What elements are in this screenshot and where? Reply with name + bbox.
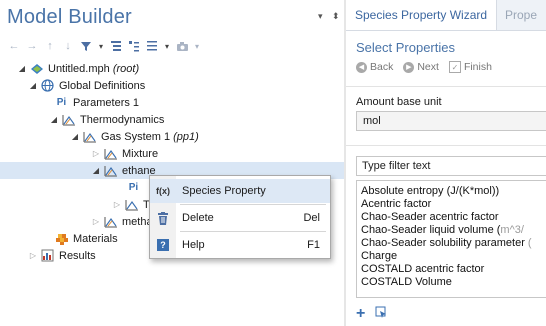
back-arrow-icon[interactable]: ← bbox=[7, 39, 21, 53]
gas-system-icon bbox=[82, 130, 97, 143]
parameters-icon: Pi bbox=[56, 97, 67, 108]
tab-bar: Species Property Wizard Prope bbox=[346, 0, 546, 31]
globe-icon bbox=[40, 79, 55, 92]
list-item[interactable]: Chao-Seader acentric factor bbox=[361, 211, 499, 223]
model-toolbar: ← → ↑ ↓ ▾ ▾ ▾ bbox=[7, 38, 201, 54]
list-item[interactable]: Chao-Seader liquid volume (m^3/ bbox=[361, 224, 524, 236]
expand-arrow-icon[interactable]: ◢ bbox=[70, 132, 80, 141]
tree-label-materials: Materials bbox=[73, 232, 118, 245]
move-up-icon[interactable]: ↑ bbox=[43, 39, 57, 53]
amount-base-unit-select[interactable]: mol bbox=[356, 111, 546, 131]
checkbox-icon: ✓ bbox=[448, 61, 461, 73]
back-button[interactable]: ◀ Back bbox=[356, 61, 393, 73]
tree-label-global-definitions: Global Definitions bbox=[59, 79, 146, 92]
help-icon: ? bbox=[150, 239, 176, 251]
expand-dropdown-icon[interactable]: ▾ bbox=[163, 39, 171, 53]
tree-row-root[interactable]: ◢ Untitled.mph (root) bbox=[0, 60, 344, 77]
amount-base-unit-label: Amount base unit bbox=[356, 96, 442, 108]
list-item[interactable]: COSTALD Volume bbox=[361, 276, 452, 288]
model-root-icon bbox=[29, 62, 44, 75]
list-item[interactable]: Absolute entropy (J/(K*mol)) bbox=[361, 185, 499, 197]
expand-all-icon[interactable] bbox=[145, 39, 159, 53]
menu-item-delete[interactable]: Delete Del bbox=[150, 206, 330, 230]
materials-icon bbox=[54, 232, 69, 245]
tab-species-property-wizard[interactable]: Species Property Wizard bbox=[346, 0, 498, 30]
screenshot-dropdown-icon[interactable]: ▾ bbox=[193, 39, 201, 53]
parameters-icon: Pi bbox=[128, 182, 139, 193]
tree-label-mixture: Mixture bbox=[122, 147, 159, 160]
show-icon[interactable] bbox=[109, 39, 123, 53]
screenshot-icon[interactable] bbox=[175, 39, 189, 53]
pin-icon[interactable]: ⬍ bbox=[332, 11, 340, 22]
filter-icon[interactable] bbox=[79, 39, 93, 53]
trash-icon bbox=[150, 211, 176, 225]
tree-row-thermodynamics[interactable]: ◢ Thermodynamics bbox=[0, 111, 344, 128]
next-button[interactable]: ▶ Next bbox=[403, 61, 439, 73]
function-icon: f(x) bbox=[156, 186, 170, 196]
species-icon bbox=[124, 198, 139, 211]
tree-label-thermodynamics: Thermodynamics bbox=[80, 113, 165, 126]
section-title: Select Properties bbox=[356, 40, 455, 55]
collapsed-arrow-icon[interactable]: ▷ bbox=[91, 149, 101, 158]
panel-menu-icon[interactable]: ▾ bbox=[318, 11, 323, 22]
collapsed-arrow-icon[interactable]: ▷ bbox=[28, 251, 38, 260]
back-icon: ◀ bbox=[356, 61, 367, 73]
tree-row-parameters[interactable]: Pi Parameters 1 bbox=[0, 94, 344, 111]
list-toolbar: + bbox=[356, 305, 387, 321]
list-item[interactable]: COSTALD acentric factor bbox=[361, 263, 484, 275]
context-menu: f(x) Species Property Delete Del ? Help … bbox=[149, 175, 331, 259]
expand-arrow-icon[interactable]: ◢ bbox=[28, 81, 38, 90]
results-icon bbox=[40, 249, 55, 262]
tree-row-global-definitions[interactable]: ◢ Global Definitions bbox=[0, 77, 344, 94]
species-icon bbox=[103, 164, 118, 177]
tree-label-results: Results bbox=[59, 249, 96, 262]
expand-arrow-icon[interactable]: ◢ bbox=[17, 64, 27, 73]
select-icon[interactable] bbox=[375, 306, 387, 321]
list-item[interactable]: Chao-Seader solubility parameter ( bbox=[361, 237, 532, 249]
expand-arrow-icon[interactable]: ◢ bbox=[91, 166, 101, 175]
tree-row-gas-system[interactable]: ◢ Gas System 1 (pp1) bbox=[0, 128, 344, 145]
tree-row-mixture[interactable]: ▷ Mixture bbox=[0, 145, 344, 162]
collapsed-arrow-icon[interactable]: ▷ bbox=[91, 217, 101, 226]
mixture-icon bbox=[103, 147, 118, 160]
property-list[interactable]: Absolute entropy (J/(K*mol)) Acentric fa… bbox=[356, 180, 546, 298]
move-down-icon[interactable]: ↓ bbox=[61, 39, 75, 53]
collapse-all-icon[interactable] bbox=[127, 39, 141, 53]
tree-label-gas-system: Gas System 1 (pp1) bbox=[101, 130, 199, 143]
menu-item-species-property[interactable]: f(x) Species Property bbox=[150, 179, 330, 203]
menu-item-help[interactable]: ? Help F1 bbox=[150, 233, 330, 257]
finish-button[interactable]: ✓ Finish bbox=[448, 61, 492, 73]
collapsed-arrow-icon[interactable]: ▷ bbox=[112, 200, 122, 209]
expand-arrow-icon[interactable]: ◢ bbox=[49, 115, 59, 124]
add-icon[interactable]: + bbox=[356, 305, 365, 321]
list-item[interactable]: Acentric factor bbox=[361, 198, 431, 210]
species-icon bbox=[103, 215, 118, 228]
tree-label-parameters: Parameters 1 bbox=[73, 96, 140, 109]
filter-dropdown-icon[interactable]: ▾ bbox=[97, 39, 105, 53]
model-builder-panel: Model Builder ▾ ⬍ ← → ↑ ↓ ▾ ▾ ▾ ◢ Untitl… bbox=[0, 0, 344, 326]
list-item[interactable]: Charge bbox=[361, 250, 397, 262]
forward-arrow-icon[interactable]: → bbox=[25, 39, 39, 53]
filter-input[interactable]: Type filter text bbox=[356, 156, 546, 176]
wizard-nav: ◀ Back ▶ Next ✓ Finish bbox=[356, 61, 498, 73]
panel-title: Model Builder bbox=[7, 6, 132, 28]
species-property-wizard-panel: Species Property Wizard Prope Select Pro… bbox=[346, 0, 546, 326]
tab-properties[interactable]: Prope bbox=[496, 0, 546, 30]
tree-label-root: Untitled.mph (root) bbox=[48, 62, 140, 75]
next-icon: ▶ bbox=[403, 61, 415, 73]
thermodynamics-icon bbox=[61, 113, 76, 126]
